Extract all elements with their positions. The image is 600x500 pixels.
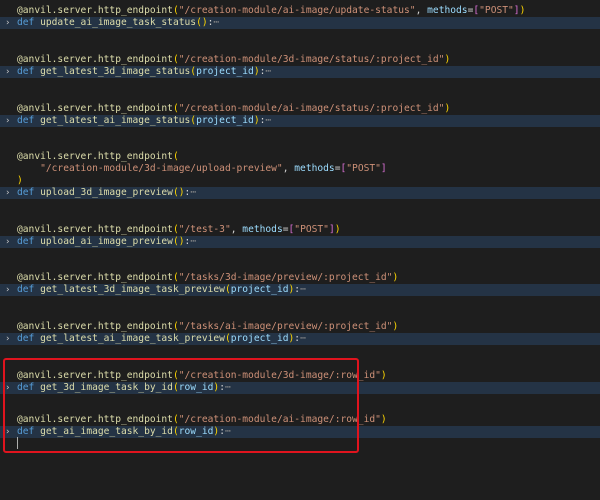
- folded-ellipsis[interactable]: ⋯: [213, 17, 219, 28]
- folded-ellipsis[interactable]: ⋯: [300, 333, 306, 344]
- fold-chevron-icon[interactable]: ›: [5, 17, 13, 29]
- folded-def-line[interactable]: › def get_latest_ai_image_status(project…: [0, 115, 600, 127]
- decorator-args-line: "/creation-module/3d-image/upload-previe…: [40, 163, 387, 174]
- decorator-line: @anvil.server.http_endpoint("/tasks/3d-i…: [17, 272, 399, 283]
- folded-ellipsis[interactable]: ⋯: [265, 66, 271, 77]
- folded-def-line[interactable]: › def update_ai_image_task_status():⋯: [0, 17, 600, 29]
- decorator-close-line: ): [17, 175, 23, 186]
- folded-ellipsis[interactable]: ⋯: [190, 236, 196, 247]
- fold-chevron-icon[interactable]: ›: [5, 187, 13, 199]
- fold-chevron-icon[interactable]: ›: [5, 284, 13, 296]
- folded-ellipsis[interactable]: ⋯: [300, 284, 306, 295]
- decorator-line: @anvil.server.http_endpoint("/test-3", m…: [17, 224, 341, 235]
- folded-ellipsis[interactable]: ⋯: [265, 115, 271, 126]
- folded-def-line[interactable]: › def get_latest_ai_image_task_preview(p…: [0, 333, 600, 345]
- decorator-line: @anvil.server.http_endpoint(: [17, 151, 179, 162]
- fold-chevron-icon[interactable]: ›: [5, 236, 13, 248]
- annotation-highlight-box: [3, 358, 359, 453]
- fold-chevron-icon[interactable]: ›: [5, 333, 13, 345]
- decorator-line: @anvil.server.http_endpoint("/creation-m…: [17, 54, 451, 65]
- decorator-line: @anvil.server.http_endpoint("/tasks/ai-i…: [17, 321, 399, 332]
- folded-def-line[interactable]: › def upload_ai_image_preview():⋯: [0, 236, 600, 248]
- decorator-line: @anvil.server.http_endpoint("/creation-m…: [17, 103, 451, 114]
- decorator-line: @anvil.server.http_endpoint("/creation-m…: [17, 5, 526, 16]
- folded-def-line[interactable]: › def get_latest_3d_image_task_preview(p…: [0, 284, 600, 296]
- fold-chevron-icon[interactable]: ›: [5, 115, 13, 127]
- folded-def-line[interactable]: › def get_latest_3d_image_status(project…: [0, 66, 600, 78]
- code-editor[interactable]: @anvil.server.http_endpoint("/creation-m…: [0, 0, 600, 500]
- folded-ellipsis[interactable]: ⋯: [190, 187, 196, 198]
- folded-def-line[interactable]: › def upload_3d_image_preview():⋯: [0, 187, 600, 199]
- fold-chevron-icon[interactable]: ›: [5, 66, 13, 78]
